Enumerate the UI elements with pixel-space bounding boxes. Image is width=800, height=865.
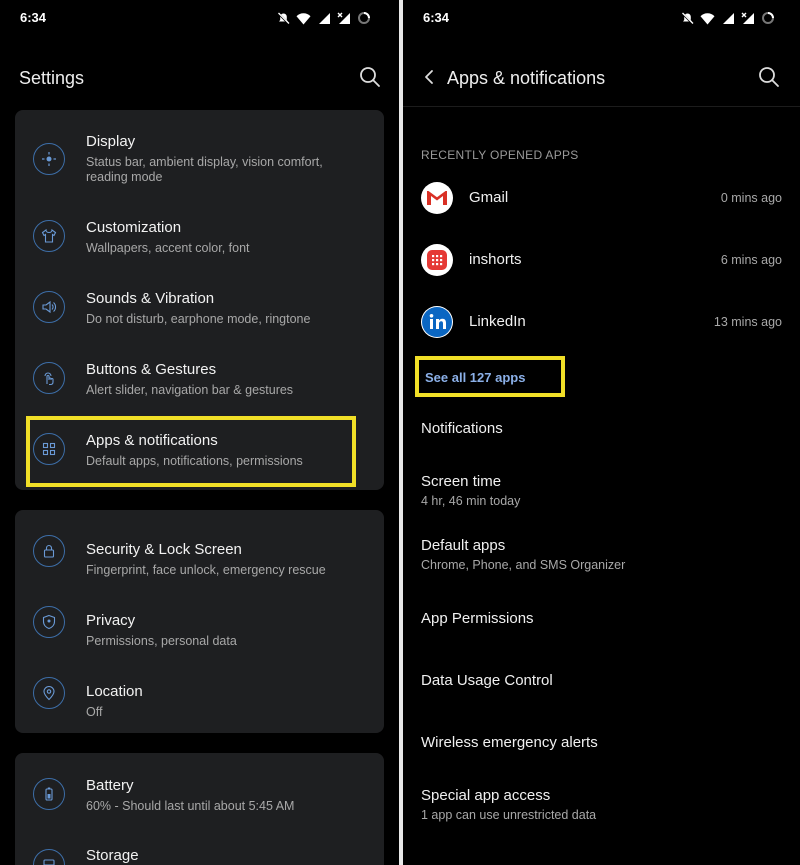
signal-icon xyxy=(723,12,734,24)
settings-item-subtitle: Permissions, personal data xyxy=(86,634,237,648)
app-last-opened: 0 mins ago xyxy=(720,191,782,205)
settings-item-privacy[interactable]: Privacy Permissions, personal data xyxy=(15,592,384,662)
gesture-icon xyxy=(33,362,65,394)
settings-item-subtitle: 60% - Should last until about 5:45 AM xyxy=(86,799,295,813)
app-last-opened: 13 mins ago xyxy=(713,315,782,329)
app-bar: Settings xyxy=(0,56,399,96)
settings-card-2: Security & Lock Screen Fingerprint, face… xyxy=(15,510,384,733)
app-name: Gmail xyxy=(469,189,509,206)
apps-notifications-screen: 6:34 Apps & notifications RECENTLY OPENE… xyxy=(403,0,800,865)
settings-item-subtitle: Wallpapers, accent color, font xyxy=(86,241,250,255)
battery-status-icon xyxy=(358,12,370,24)
settings-item-display[interactable]: Display Status bar, ambient display, vis… xyxy=(15,124,384,194)
sound-icon xyxy=(33,291,65,323)
menu-item-subtitle: Chrome, Phone, and SMS Organizer xyxy=(421,558,626,572)
highlight-box xyxy=(415,356,565,397)
app-last-opened: 6 mins ago xyxy=(720,253,782,267)
settings-item-subtitle: Alert slider, navigation bar & gestures xyxy=(86,383,294,397)
settings-item-title: Location xyxy=(86,683,143,700)
settings-item-title: Battery xyxy=(86,777,134,794)
gmail-logo-icon xyxy=(421,182,453,214)
app-name: inshorts xyxy=(469,251,522,268)
linkedin-logo-icon xyxy=(421,306,453,338)
settings-item-title: Security & Lock Screen xyxy=(86,541,242,558)
status-icons xyxy=(277,11,371,25)
settings-item-customization[interactable]: Customization Wallpapers, accent color, … xyxy=(15,210,384,280)
signal-x-icon xyxy=(337,12,350,24)
customization-icon xyxy=(33,220,65,252)
settings-item-buttons-gestures[interactable]: Buttons & Gestures Alert slider, navigat… xyxy=(15,352,384,422)
wifi-icon xyxy=(296,12,311,24)
settings-item-subtitle: Off xyxy=(86,705,103,719)
settings-item-storage[interactable]: Storage xyxy=(15,834,384,865)
recent-app-inshorts[interactable]: inshorts 6 mins ago xyxy=(403,240,800,284)
storage-icon xyxy=(33,849,65,865)
settings-item-title: Privacy xyxy=(86,612,136,629)
menu-item-subtitle: 1 app can use unrestricted data xyxy=(421,808,597,822)
mute-icon xyxy=(277,11,290,25)
menu-item-title: Screen time xyxy=(421,473,502,490)
signal-x-icon xyxy=(741,12,754,24)
privacy-icon xyxy=(33,606,65,638)
lock-icon xyxy=(33,535,65,567)
menu-item-title: Data Usage Control xyxy=(421,672,553,689)
status-time: 6:34 xyxy=(20,10,47,25)
search-icon[interactable] xyxy=(758,66,780,88)
settings-item-location[interactable]: Location Off xyxy=(15,663,384,733)
menu-item-title: Wireless emergency alerts xyxy=(421,734,598,751)
recent-apps-label: RECENTLY OPENED APPS xyxy=(421,148,579,162)
status-bar: 6:34 xyxy=(403,10,800,26)
settings-item-title: Display xyxy=(86,133,136,150)
settings-item-title: Customization xyxy=(86,219,182,236)
settings-screen: 6:34 Settings Display Status bar, ambien… xyxy=(0,0,399,865)
recent-app-linkedin[interactable]: LinkedIn 13 mins ago xyxy=(403,302,800,346)
settings-item-security[interactable]: Security & Lock Screen Fingerprint, face… xyxy=(15,521,384,591)
settings-item-sounds[interactable]: Sounds & Vibration Do not disturb, earph… xyxy=(15,281,384,351)
inshorts-logo-icon xyxy=(421,244,453,276)
location-icon xyxy=(33,677,65,709)
menu-item-title: Notifications xyxy=(421,420,503,437)
app-bar-divider xyxy=(403,106,800,107)
signal-icon xyxy=(319,12,330,24)
search-icon[interactable] xyxy=(359,66,381,88)
settings-item-title: Sounds & Vibration xyxy=(86,290,215,307)
recent-app-gmail[interactable]: Gmail 0 mins ago xyxy=(403,178,800,222)
settings-item-subtitle: Status bar, ambient display, vision comf… xyxy=(86,155,323,184)
menu-item-title: Default apps xyxy=(421,537,506,554)
display-icon xyxy=(33,143,65,175)
status-time: 6:34 xyxy=(423,10,450,25)
menu-item-title: App Permissions xyxy=(421,610,534,627)
settings-item-title: Buttons & Gestures xyxy=(86,361,217,378)
back-arrow-icon[interactable] xyxy=(419,66,441,88)
menu-item-title: Special app access xyxy=(421,787,551,804)
settings-item-subtitle: Fingerprint, face unlock, emergency resc… xyxy=(86,563,326,577)
app-bar: Apps & notifications xyxy=(403,56,800,96)
menu-item-subtitle: 4 hr, 46 min today xyxy=(421,494,521,508)
app-name: LinkedIn xyxy=(469,313,526,330)
highlight-box xyxy=(26,416,356,487)
settings-item-subtitle: Do not disturb, earphone mode, ringtone xyxy=(86,312,311,326)
settings-item-battery[interactable]: Battery 60% - Should last until about 5:… xyxy=(15,763,384,833)
battery-icon xyxy=(33,778,65,810)
settings-item-title: Storage xyxy=(86,847,139,864)
mute-icon xyxy=(681,11,694,25)
page-title: Settings xyxy=(19,68,85,88)
status-bar: 6:34 xyxy=(0,10,399,26)
settings-card-3: Battery 60% - Should last until about 5:… xyxy=(15,753,384,865)
wifi-icon xyxy=(700,12,715,24)
status-icons xyxy=(681,11,775,25)
page-title: Apps & notifications xyxy=(447,68,606,88)
battery-status-icon xyxy=(762,12,774,24)
